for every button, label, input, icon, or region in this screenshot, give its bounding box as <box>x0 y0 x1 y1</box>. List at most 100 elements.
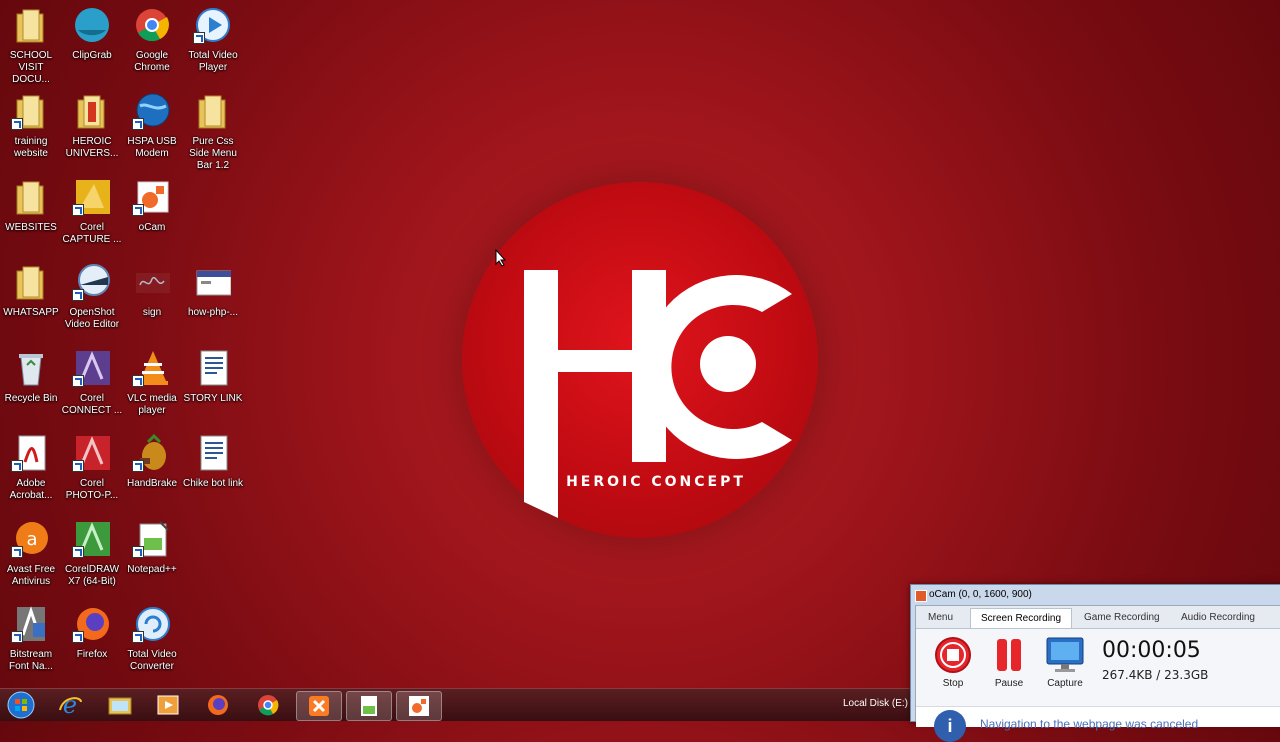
stop-button[interactable]: Stop <box>928 636 978 689</box>
icon-label: Chike bot link <box>182 478 244 489</box>
folder-icon <box>13 6 49 44</box>
pause-label: Pause <box>994 678 1024 689</box>
icon-label: Firefox <box>76 649 108 660</box>
ocam-title: oCam (0, 0, 1600, 900) <box>929 589 1032 600</box>
tab-screen-recording[interactable]: Screen Recording <box>970 608 1073 628</box>
chrome-icon <box>134 6 170 44</box>
icon-label: Pure Css Side Menu Bar 1.2 <box>189 136 237 171</box>
desktop-icon-vlc[interactable]: VLC media player <box>121 345 183 429</box>
desktop-icon-adobe-acrobat[interactable]: Adobe Acrobat... <box>0 430 62 514</box>
desktop-icon-whatsapp[interactable]: WHATSAPP <box>0 259 62 343</box>
corel-capture-icon <box>72 178 110 216</box>
desktop-icon-google-chrome[interactable]: Google Chrome <box>121 2 183 86</box>
desktop-icon-corel-capture[interactable]: Corel CAPTURE ... <box>61 174 123 258</box>
taskbar-chrome[interactable] <box>246 691 290 719</box>
icon-label: Avast Free Antivirus <box>6 564 56 587</box>
desktop-icon-chike-bot-link[interactable]: Chike bot link <box>182 430 244 514</box>
desktop-icon-school-visit[interactable]: SCHOOL VISIT DOCU... <box>0 2 62 86</box>
svg-text:a: a <box>26 529 37 550</box>
icon-label: Recycle Bin <box>4 393 58 404</box>
taskbar-notepadpp[interactable] <box>346 691 392 721</box>
icon-label: HEROIC UNIVERS... <box>65 136 119 159</box>
desktop-icon-training-website[interactable]: training website <box>0 88 62 172</box>
ocam-title-bar[interactable]: oCam (0, 0, 1600, 900) <box>911 585 1280 605</box>
navigation-canceled-bar: i Navigation to the webpage was canceled <box>916 706 1280 742</box>
icon-label: ClipGrab <box>72 50 112 61</box>
ocam-body: Menu Screen Recording Game Recording Aud… <box>915 605 1280 742</box>
xampp-icon <box>309 696 329 716</box>
taskbar-media-player[interactable] <box>146 691 190 719</box>
recycle-bin-icon <box>13 349 49 387</box>
taskbar-firefox[interactable] <box>196 691 240 719</box>
handbrake-icon <box>132 433 170 472</box>
desktop-icon-clipgrab[interactable]: ClipGrab <box>61 2 123 86</box>
svg-text:e: e <box>63 692 77 718</box>
chrome-icon <box>258 695 279 716</box>
tab-audio-recording[interactable]: Audio Recording <box>1171 608 1265 627</box>
modem-globe-icon <box>132 92 170 130</box>
corel-photopaint-icon <box>72 434 110 472</box>
icon-label: HandBrake <box>126 478 178 489</box>
word-document-icon <box>195 349 231 387</box>
icon-label: sign <box>142 307 162 318</box>
capture-label: Capture <box>1047 678 1083 689</box>
taskbar-file-explorer[interactable] <box>98 691 142 719</box>
taskbar-xampp[interactable] <box>296 691 342 721</box>
desktop-icon-handbrake[interactable]: HandBrake <box>121 430 183 514</box>
notepadpp-icon <box>361 696 377 716</box>
desktop-icon-sign[interactable]: sign <box>121 259 183 343</box>
start-button[interactable] <box>0 691 42 719</box>
icon-label: how-php-... <box>187 307 239 318</box>
corel-connect-icon <box>72 349 110 387</box>
pause-icon <box>997 639 1021 671</box>
desktop-icon-openshot[interactable]: OpenShot Video Editor <box>61 259 123 343</box>
desktop-icon-notepadpp[interactable]: Notepad++ <box>121 516 183 600</box>
vlc-icon <box>132 349 170 387</box>
icon-label: Corel CONNECT ... <box>61 393 123 416</box>
folder-icon <box>13 263 49 301</box>
monitor-icon <box>1046 637 1084 672</box>
desktop-icon-pure-css[interactable]: Pure Css Side Menu Bar 1.2 <box>182 88 244 172</box>
desktop-icon-how-php[interactable]: how-php-... <box>182 259 244 343</box>
desktop-icon-ocam[interactable]: oCam <box>121 174 183 258</box>
tab-game-recording[interactable]: Game Recording <box>1074 608 1170 627</box>
icon-label: Adobe Acrobat... <box>9 478 53 501</box>
stop-icon <box>935 637 971 673</box>
icon-label: WEBSITES <box>5 222 57 233</box>
desktop-icon-avast[interactable]: a Avast Free Antivirus <box>0 516 62 600</box>
icon-label: STORY LINK <box>183 393 243 404</box>
taskbar-ocam[interactable] <box>396 691 442 721</box>
taskbar-internet-explorer[interactable]: e <box>48 691 92 719</box>
icon-label: Google Chrome <box>134 50 170 73</box>
media-player-icon <box>157 695 179 715</box>
desktop-icon-firefox[interactable]: Firefox <box>61 601 123 685</box>
notepadpp-icon <box>132 520 170 558</box>
icon-label: Corel PHOTO-P... <box>65 478 119 501</box>
desktop-icon-corel-photo-paint[interactable]: Corel PHOTO-P... <box>61 430 123 514</box>
ocam-app-icon <box>915 590 927 602</box>
ocam-window: oCam (0, 0, 1600, 900) Menu Screen Recor… <box>910 584 1280 742</box>
desktop-icon-hspa-usb-modem[interactable]: HSPA USB Modem <box>121 88 183 172</box>
firefox-icon <box>208 695 228 715</box>
desktop-icon-total-video-player[interactable]: Total Video Player <box>182 2 244 86</box>
folder-icon <box>74 92 110 130</box>
file-explorer-icon <box>108 697 132 715</box>
desktop-icon-story-link[interactable]: STORY LINK <box>182 345 244 429</box>
desktop-icon-bitstream[interactable]: Bitstream Font Na... <box>0 601 62 685</box>
pause-button[interactable]: Pause <box>984 636 1034 689</box>
ocam-tab-bar: Menu Screen Recording Game Recording Aud… <box>916 606 1280 629</box>
desktop-icon-recycle-bin[interactable]: Recycle Bin <box>0 345 62 429</box>
icon-label: Corel CAPTURE ... <box>62 222 122 245</box>
capture-button[interactable]: Capture <box>1040 636 1090 689</box>
signature-image-icon <box>134 263 170 301</box>
desktop-icon-heroic-univers[interactable]: HEROIC UNIVERS... <box>61 88 123 172</box>
start-orb-icon <box>7 691 35 719</box>
desktop-icon-coreldraw[interactable]: CorelDRAW X7 (64-Bit) <box>61 516 123 600</box>
desktop-icon-total-video-converter[interactable]: Total Video Converter <box>121 601 183 685</box>
recording-size: 267.4KB / 23.3GB <box>1102 668 1209 682</box>
folder-icon <box>195 92 231 130</box>
desktop-icon-websites[interactable]: WEBSITES <box>0 174 62 258</box>
tray-local-disk[interactable]: Local Disk (E:) <box>843 698 908 709</box>
desktop-icon-corel-connect[interactable]: Corel CONNECT ... <box>61 345 123 429</box>
tab-menu[interactable]: Menu <box>918 608 963 627</box>
